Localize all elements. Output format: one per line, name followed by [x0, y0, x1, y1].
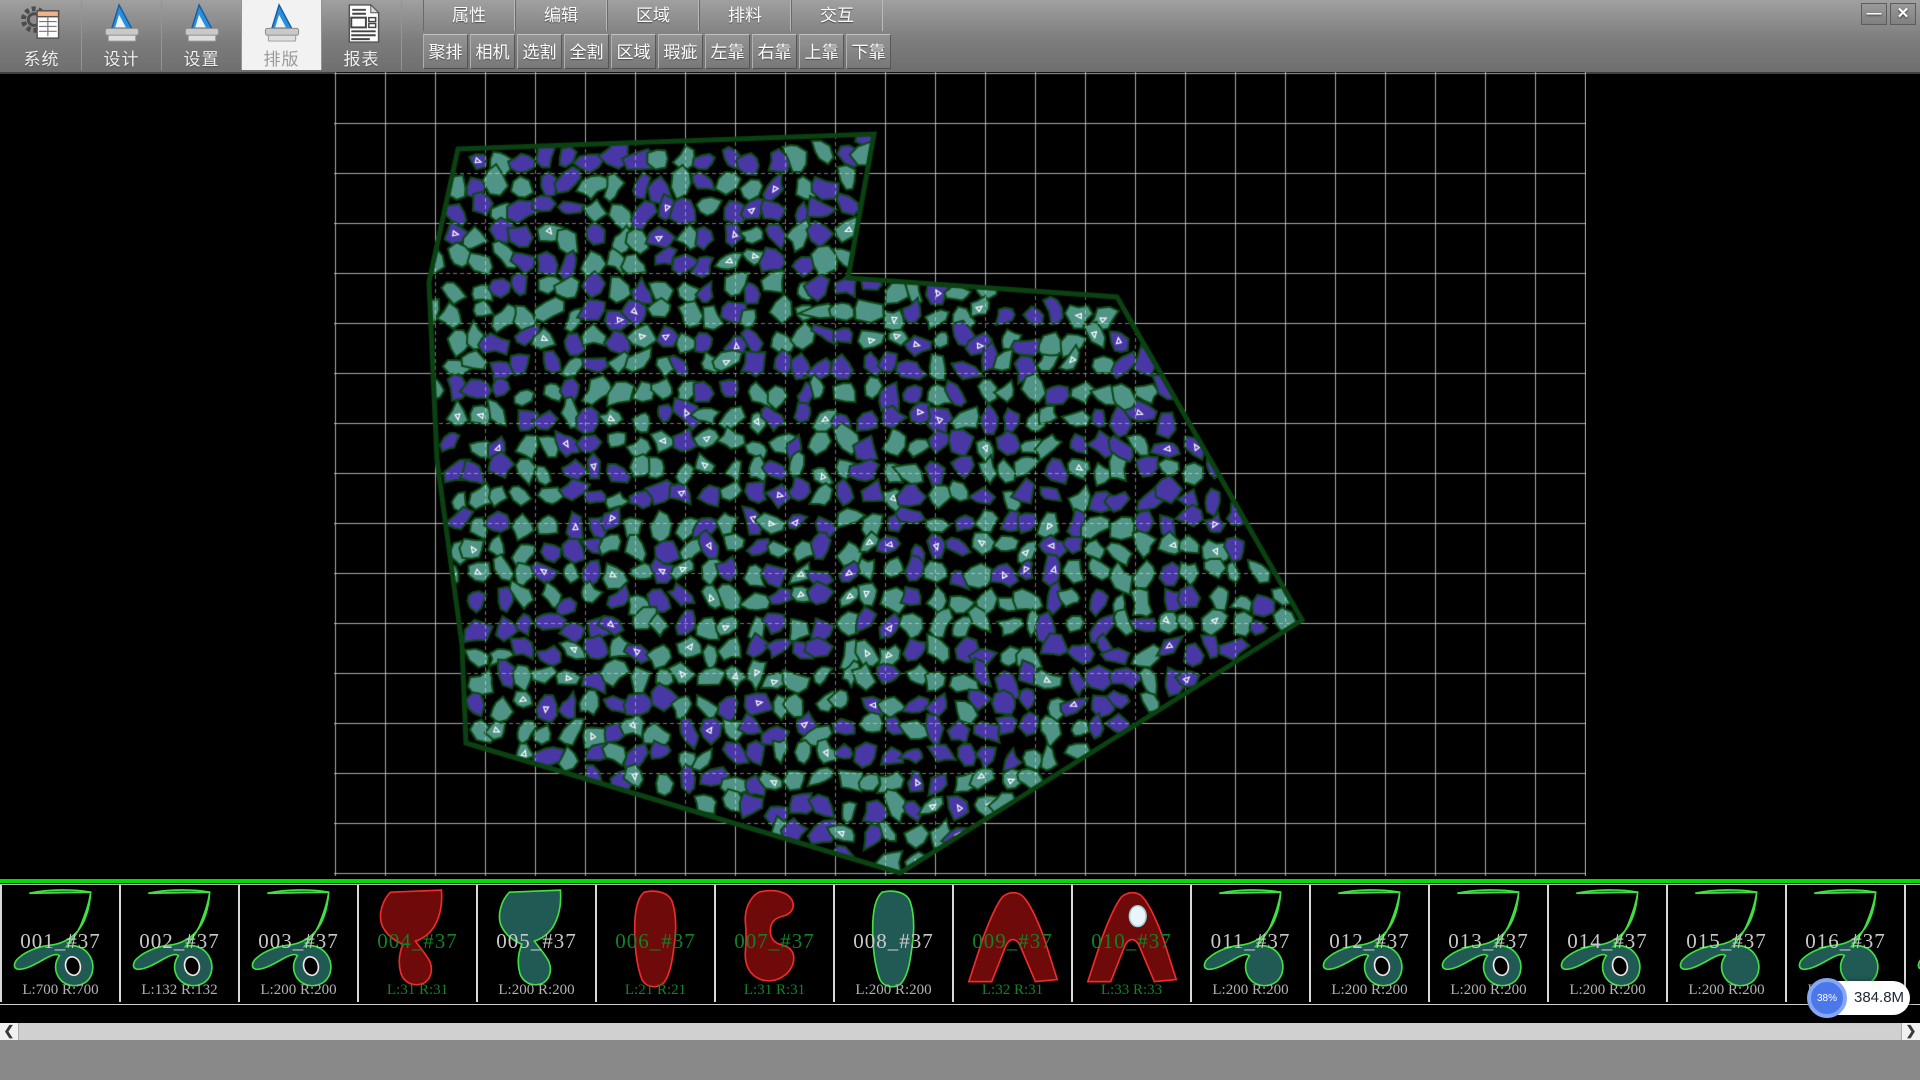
piece-thumbnail[interactable]: 009_#37 L:32 R:31	[954, 885, 1073, 1002]
action-cluster-nest[interactable]: 聚排	[423, 34, 468, 69]
piece-thumbnail[interactable]: 007_#37 L:31 R:31	[716, 885, 835, 1002]
piece-name: 008_#37	[835, 929, 952, 954]
toolbar-button-system[interactable]: 系统	[2, 0, 82, 70]
divider-line	[0, 879, 1920, 883]
app-window: 系统 设计 设置	[0, 0, 1920, 1080]
toolbar-button-settings[interactable]: 设置	[162, 0, 242, 70]
memory-status-badge[interactable]: 38% 384.8M	[1810, 981, 1910, 1015]
piece-name: 016_#37	[1787, 929, 1904, 954]
piece-thumbnail[interactable]: 010_#37 L:33 R:33	[1073, 885, 1192, 1002]
toolbar-button-report[interactable]: 报表	[322, 0, 402, 70]
piece-lr-count: L:132 R:132	[121, 982, 238, 999]
window-bottom-band	[0, 1040, 1920, 1080]
piece-name: 004_#37	[359, 929, 476, 954]
action-defect[interactable]: 瑕疵	[658, 34, 703, 69]
settings-ruler-icon	[179, 3, 225, 44]
minimize-button[interactable]: —	[1861, 3, 1887, 25]
toolbar-button-design[interactable]: 设计	[82, 0, 162, 70]
action-cut-all[interactable]: 全割	[564, 34, 609, 69]
menu-tab-properties[interactable]: 属性	[423, 0, 515, 31]
piece-lr-count: L:700 R:700	[2, 982, 119, 999]
menu-tab-edit[interactable]: 编辑	[515, 0, 607, 31]
action-align-left[interactable]: 左靠	[705, 34, 750, 69]
piece-lr-count: L:31 R:31	[716, 982, 833, 999]
design-ruler-icon	[99, 3, 145, 44]
nesting-canvas[interactable]	[334, 72, 1586, 876]
piece-lr-count: L:32 R:31	[954, 982, 1071, 999]
nesting-ruler-icon	[259, 3, 305, 44]
piece-name: 010_#37	[1073, 929, 1190, 954]
piece-name: 001_#37	[2, 929, 119, 954]
piece-thumbnail[interactable]: 013_#37 L:200 R:200	[1430, 885, 1549, 1002]
piece-lr-count: L:200 R:200	[1549, 982, 1666, 999]
close-button[interactable]: ✕	[1890, 3, 1916, 25]
piece-thumbnail-strip: 001_#37 L:700 R:700 002_#37 L:132 R:132 …	[0, 884, 1920, 1005]
main-toolbar: 系统 设计 设置	[2, 0, 402, 72]
piece-name: 017_#37	[1906, 929, 1920, 954]
window-controls: — ✕	[1861, 3, 1916, 25]
menu-area: 属性 编辑 区域 排料 交互 聚排 相机 选割 全割 区域 瑕疵 左靠 右靠 上…	[423, 0, 893, 69]
menu-tab-interact[interactable]: 交互	[791, 0, 883, 31]
piece-lr-count: L:200 R:200	[835, 982, 952, 999]
piece-name: 012_#37	[1311, 929, 1428, 954]
toolbar-button-nesting[interactable]: 排版	[242, 0, 322, 70]
piece-lr-count: L:200 R:200	[1668, 982, 1785, 999]
action-buttons: 聚排 相机 选割 全割 区域 瑕疵 左靠 右靠 上靠 下靠	[423, 34, 893, 69]
toolbar-button-label: 设置	[184, 45, 220, 70]
action-align-right[interactable]: 右靠	[752, 34, 797, 69]
piece-lr-count: L:200 R:200	[1311, 982, 1428, 999]
titlebar: 系统 设计 设置	[0, 0, 1920, 74]
piece-thumbnail[interactable]: 003_#37 L:200 R:200	[240, 885, 359, 1002]
piece-thumbnail[interactable]: 005_#37 L:200 R:200	[478, 885, 597, 1002]
action-camera[interactable]: 相机	[470, 34, 515, 69]
piece-lr-count: L:200 R:200	[1192, 982, 1309, 999]
piece-thumbnail[interactable]: 014_#37 L:200 R:200	[1549, 885, 1668, 1002]
piece-lr-count: L:31 R:31	[359, 982, 476, 999]
piece-name: 002_#37	[121, 929, 238, 954]
toolbar-button-label: 报表	[344, 45, 380, 70]
piece-thumbnail[interactable]: 004_#37 L:31 R:31	[359, 885, 478, 1002]
progress-circle: 38%	[1807, 978, 1847, 1018]
report-doc-icon	[339, 3, 385, 44]
piece-lr-count: L:200 R:200	[478, 982, 595, 999]
piece-lr-count: L:200 R:200	[1430, 982, 1547, 999]
action-align-bottom[interactable]: 下靠	[846, 34, 891, 69]
piece-thumbnail[interactable]: 011_#37 L:200 R:200	[1192, 885, 1311, 1002]
toolbar-button-label: 排版	[264, 45, 300, 70]
piece-thumbnail[interactable]: 001_#37 L:700 R:700	[0, 885, 121, 1002]
piece-name: 015_#37	[1668, 929, 1785, 954]
scroll-left-icon[interactable]: ❮	[0, 1023, 19, 1040]
action-region[interactable]: 区域	[611, 34, 656, 69]
piece-name: 009_#37	[954, 929, 1071, 954]
piece-lr-count: L:200 R:200	[240, 982, 357, 999]
piece-lr-count: L:33 R:33	[1073, 982, 1190, 999]
piece-name: 013_#37	[1430, 929, 1547, 954]
piece-thumbnail[interactable]: 017_#37 L:200 R:200	[1906, 885, 1920, 1002]
piece-thumbnail[interactable]: 015_#37 L:200 R:200	[1668, 885, 1787, 1002]
system-gear-icon	[19, 3, 65, 44]
piece-name: 007_#37	[716, 929, 833, 954]
piece-name: 014_#37	[1549, 929, 1666, 954]
horizontal-scrollbar[interactable]: ❮ ❯	[0, 1023, 1920, 1040]
menu-tabs: 属性 编辑 区域 排料 交互	[423, 0, 893, 31]
piece-name: 005_#37	[478, 929, 595, 954]
toolbar-button-label: 系统	[24, 45, 60, 70]
piece-thumbnail[interactable]: 002_#37 L:132 R:132	[121, 885, 240, 1002]
scroll-right-icon[interactable]: ❯	[1901, 1023, 1920, 1040]
piece-lr-count: L:21 R:21	[597, 982, 714, 999]
piece-thumbnail[interactable]: 008_#37 L:200 R:200	[835, 885, 954, 1002]
action-align-top[interactable]: 上靠	[799, 34, 844, 69]
menu-tab-nest[interactable]: 排料	[699, 0, 791, 31]
memory-value: 384.8M	[1854, 981, 1904, 1015]
piece-thumbnail[interactable]: 006_#37 L:21 R:21	[597, 885, 716, 1002]
piece-name: 006_#37	[597, 929, 714, 954]
toolbar-button-label: 设计	[104, 45, 140, 70]
action-select-cut[interactable]: 选割	[517, 34, 562, 69]
piece-name: 011_#37	[1192, 929, 1309, 954]
piece-name: 003_#37	[240, 929, 357, 954]
menu-tab-region[interactable]: 区域	[607, 0, 699, 31]
piece-thumbnail[interactable]: 012_#37 L:200 R:200	[1311, 885, 1430, 1002]
